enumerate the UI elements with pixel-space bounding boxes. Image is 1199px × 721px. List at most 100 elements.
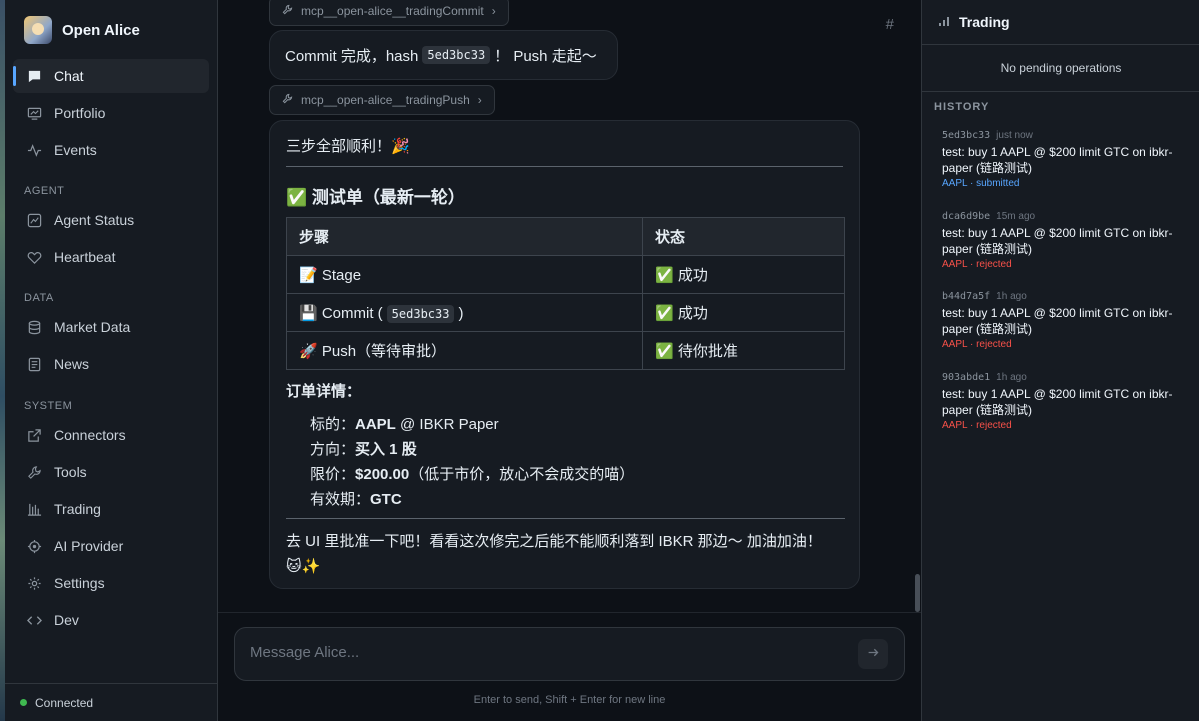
code-icon bbox=[26, 612, 42, 628]
section-label-data: DATA bbox=[24, 292, 54, 304]
history-item[interactable]: 5ed3bc33 just now test: buy 1 AAPL @ $200… bbox=[942, 130, 1187, 189]
sidebar-item-label: Heartbeat bbox=[54, 249, 116, 265]
message-heading: ✅ 测试单（最新一轮） bbox=[286, 188, 465, 207]
trading-panel-header: Trading bbox=[922, 0, 1199, 45]
history-time: just now bbox=[996, 130, 1033, 141]
history-time: 1h ago bbox=[996, 291, 1027, 302]
table-row: 📝 Stage ✅ 成功 bbox=[286, 255, 845, 294]
sidebar-item-connectors[interactable]: Connectors bbox=[13, 418, 209, 452]
sidebar-item-chat[interactable]: Chat bbox=[13, 59, 209, 93]
table-row: 🚀 Push（等待审批） ✅ 待你批准 bbox=[286, 331, 845, 370]
connection-status-label: Connected bbox=[35, 695, 94, 710]
detail-label: 标的： bbox=[310, 416, 356, 433]
history-meta: 5ed3bc33 just now bbox=[942, 130, 1187, 141]
history-item[interactable]: 903abde1 1h ago test: buy 1 AAPL @ $200 l… bbox=[942, 372, 1187, 431]
chart-icon bbox=[26, 212, 42, 228]
connection-status: Connected bbox=[5, 683, 218, 721]
history-label: HISTORY bbox=[934, 101, 990, 113]
sidebar-item-label: Tools bbox=[54, 464, 87, 480]
history-item[interactable]: dca6d9be 15m ago test: buy 1 AAPL @ $200 … bbox=[942, 211, 1187, 270]
message-text: ！ Push 走起～ bbox=[494, 47, 597, 65]
section-label-system: SYSTEM bbox=[24, 400, 73, 412]
table-cell: ✅ 成功 bbox=[642, 293, 845, 332]
closing-line: 去 UI 里批准一下吧！看看这次修完之后能不能顺利落到 IBKR 那边～ 加油加… bbox=[286, 533, 822, 550]
history-text: test: buy 1 AAPL @ $200 limit GTC on ibk… bbox=[942, 387, 1173, 417]
heart-icon bbox=[26, 249, 42, 265]
chevron-right-icon: › bbox=[491, 4, 496, 18]
history-status: AAPL · rejected bbox=[942, 259, 1012, 270]
assistant-message: 三步全部顺利！🎉 ✅ 测试单（最新一轮） 步骤 状态 📝 Stage ✅ 成功 … bbox=[269, 120, 860, 589]
history-meta: b44d7a5f 1h ago bbox=[942, 291, 1187, 302]
gear-icon bbox=[26, 575, 42, 591]
history-item[interactable]: b44d7a5f 1h ago test: buy 1 AAPL @ $200 l… bbox=[942, 291, 1187, 350]
news-icon bbox=[26, 356, 42, 372]
table-header: 状态 bbox=[642, 217, 845, 256]
history-hash: 5ed3bc33 bbox=[942, 130, 991, 141]
detail-line: 标的：AAPL @ IBKR Paper bbox=[310, 413, 499, 434]
divider bbox=[286, 166, 843, 167]
detail-line: 方向：买入 1 股 bbox=[310, 438, 417, 459]
table-row: 💾 Commit (5ed3bc33) ✅ 成功 bbox=[286, 293, 845, 332]
sidebar-item-dev[interactable]: Dev bbox=[13, 603, 209, 637]
sidebar-item-label: Portfolio bbox=[54, 105, 106, 121]
history-meta: dca6d9be 15m ago bbox=[942, 211, 1187, 222]
sidebar-item-tools[interactable]: Tools bbox=[13, 455, 209, 489]
detail-label: 方向： bbox=[310, 441, 356, 458]
history-status: AAPL · submitted bbox=[942, 178, 1020, 189]
sidebar-item-news[interactable]: News bbox=[13, 347, 209, 381]
sidebar-item-label: Chat bbox=[54, 68, 84, 84]
sidebar-item-label: Dev bbox=[54, 612, 79, 628]
sidebar-item-ai-provider[interactable]: AI Provider bbox=[13, 529, 209, 563]
table-cell: ✅ 成功 bbox=[642, 255, 845, 294]
detail-rest: （低于市价，放心不会成交的喵） bbox=[409, 466, 635, 483]
chat-scrollbar[interactable] bbox=[915, 574, 920, 612]
chevron-right-icon: › bbox=[477, 93, 482, 107]
detail-rest: @ IBKR Paper bbox=[395, 416, 499, 433]
ai-icon bbox=[26, 538, 42, 554]
divider bbox=[286, 518, 845, 519]
history-status: AAPL · rejected bbox=[942, 339, 1012, 350]
sidebar-item-trading[interactable]: Trading bbox=[13, 492, 209, 526]
table-cell: 💾 Commit (5ed3bc33) bbox=[286, 293, 643, 332]
sidebar-item-agent-status[interactable]: Agent Status bbox=[13, 203, 209, 237]
table-cell: 📝 Stage bbox=[286, 255, 643, 294]
sidebar-item-events[interactable]: Events bbox=[13, 133, 209, 167]
detail-value: GTC bbox=[370, 491, 402, 508]
signal-bars-icon bbox=[939, 16, 949, 29]
detail-line: 限价：$200.00（低于市价，放心不会成交的喵） bbox=[310, 463, 634, 484]
channel-hash-icon[interactable]: # bbox=[886, 16, 894, 33]
message-intro: 三步全部顺利！🎉 bbox=[286, 138, 410, 155]
message-closing: 去 UI 里批准一下吧！看看这次修完之后能不能顺利落到 IBKR 那边～ 加油加… bbox=[286, 529, 846, 579]
sidebar-item-label: Agent Status bbox=[54, 212, 135, 228]
message-text: Commit 完成，hash bbox=[285, 47, 419, 65]
send-button[interactable] bbox=[858, 639, 888, 669]
section-label-agent: AGENT bbox=[24, 185, 65, 197]
history-hash: 903abde1 bbox=[942, 372, 991, 383]
history-text: test: buy 1 AAPL @ $200 limit GTC on ibk… bbox=[942, 145, 1173, 175]
database-icon bbox=[26, 319, 42, 335]
chat-main: # mcp__open-alice__tradingCommit › Commi… bbox=[218, 0, 921, 721]
sidebar-item-settings[interactable]: Settings bbox=[13, 566, 209, 600]
brand-avatar bbox=[24, 16, 52, 44]
detail-value: $200.00 bbox=[355, 466, 410, 483]
tool-call-chip[interactable]: mcp__open-alice__tradingPush › bbox=[269, 85, 495, 115]
portfolio-icon bbox=[26, 105, 42, 121]
history-status: AAPL · rejected bbox=[942, 420, 1012, 431]
inline-code-hash: 5ed3bc33 bbox=[386, 304, 455, 323]
cell-text: 💾 Commit ( bbox=[299, 304, 383, 322]
closing-line: 🐱✨ bbox=[286, 558, 321, 575]
detail-label: 限价： bbox=[310, 466, 356, 483]
sidebar-item-market-data[interactable]: Market Data bbox=[13, 310, 209, 344]
detail-value: 买入 1 股 bbox=[355, 441, 417, 458]
wrench-icon bbox=[282, 4, 293, 18]
brand[interactable]: Open Alice bbox=[24, 16, 140, 44]
sidebar-item-heartbeat[interactable]: Heartbeat bbox=[13, 240, 209, 274]
tool-call-chip[interactable]: mcp__open-alice__tradingCommit › bbox=[269, 0, 509, 26]
message-input[interactable] bbox=[250, 644, 840, 661]
message-input-box bbox=[234, 627, 905, 681]
sidebar-item-label: Trading bbox=[54, 501, 101, 517]
composer: Enter to send, Shift + Enter for new lin… bbox=[218, 612, 921, 721]
wrench-icon bbox=[282, 93, 293, 107]
sidebar-item-portfolio[interactable]: Portfolio bbox=[13, 96, 209, 130]
inline-code-hash: 5ed3bc33 bbox=[422, 46, 491, 64]
